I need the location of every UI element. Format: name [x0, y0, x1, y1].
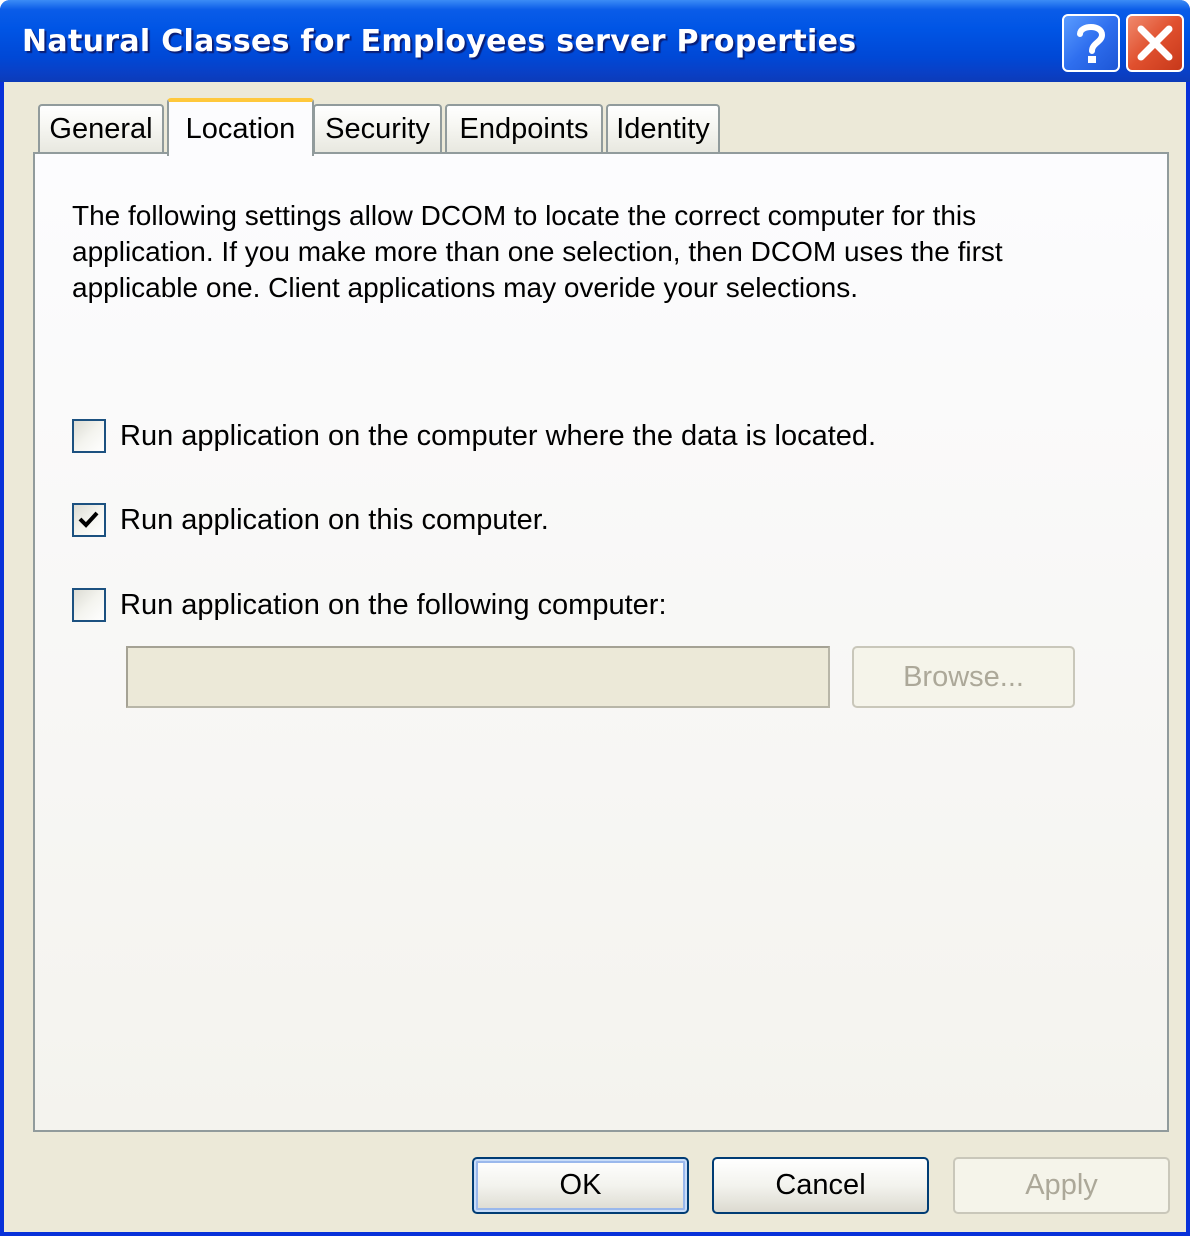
option-this-computer[interactable]: Run application on this computer.	[72, 500, 549, 540]
option-following-computer[interactable]: Run application on the following compute…	[72, 585, 667, 625]
location-description: The following settings allow DCOM to loc…	[72, 200, 1003, 303]
close-x-icon	[1137, 25, 1173, 61]
cancel-button[interactable]: Cancel	[712, 1157, 929, 1214]
checkbox-this-computer[interactable]	[72, 503, 106, 537]
apply-button[interactable]: Apply	[953, 1157, 1170, 1214]
help-button[interactable]	[1062, 14, 1120, 72]
option-data-computer[interactable]: Run application on the computer where th…	[72, 416, 876, 456]
checkmark-icon	[78, 511, 99, 528]
option-label: Run application on the computer where th…	[120, 419, 877, 452]
option-label: Run application on the following compute…	[120, 588, 667, 621]
computer-name-field[interactable]	[126, 646, 830, 708]
tab-identity[interactable]: Identity	[606, 104, 720, 152]
question-mark-icon	[1077, 24, 1106, 63]
tab-security[interactable]: Security	[313, 104, 442, 152]
ok-button[interactable]: OK	[472, 1157, 689, 1214]
tab-location[interactable]: Location	[167, 98, 314, 156]
checkbox-following-computer[interactable]	[72, 588, 106, 622]
option-label: Run application on this computer.	[120, 503, 549, 536]
checkbox-data-computer[interactable]	[72, 419, 106, 453]
title-bar[interactable]: Natural Classes for Employees server Pro…	[0, 0, 1190, 82]
window-title: Natural Classes for Employees server Pro…	[22, 24, 857, 59]
tab-endpoints[interactable]: Endpoints	[445, 104, 603, 152]
close-button[interactable]	[1126, 14, 1184, 72]
browse-button[interactable]: Browse...	[852, 646, 1075, 708]
tab-general[interactable]: General	[38, 104, 164, 152]
